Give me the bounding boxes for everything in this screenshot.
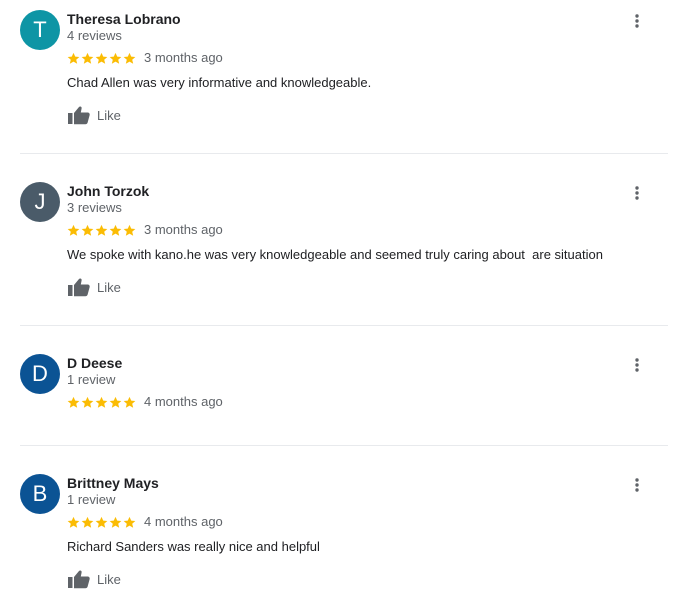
divider xyxy=(20,153,668,154)
review-date: 3 months ago xyxy=(144,222,223,237)
reviewer-name[interactable]: D Deese xyxy=(67,354,122,372)
star-icon xyxy=(123,516,136,528)
star-icon xyxy=(95,52,108,64)
more-options-button[interactable] xyxy=(626,182,648,204)
review-text: We spoke with kano.he was very knowledge… xyxy=(67,247,603,262)
more-vert-icon xyxy=(635,358,639,372)
star-icon xyxy=(95,224,108,236)
star-icon xyxy=(109,516,122,528)
rating-row: 3 months ago xyxy=(67,50,223,66)
avatar[interactable]: T xyxy=(20,10,60,50)
star-icon xyxy=(109,396,122,408)
star-icon xyxy=(123,52,136,64)
divider xyxy=(20,325,668,326)
star-icon xyxy=(123,396,136,408)
rating-row: 3 months ago xyxy=(67,222,223,238)
thumbs-up-icon xyxy=(68,278,90,297)
star-icon xyxy=(95,516,108,528)
like-label: Like xyxy=(97,571,121,587)
avatar[interactable]: B xyxy=(20,474,60,514)
review-count: 1 review xyxy=(67,372,116,387)
reviewer-name[interactable]: Theresa Lobrano xyxy=(67,10,181,28)
review-count: 4 reviews xyxy=(67,28,122,43)
star-icon xyxy=(67,396,80,408)
star-icon xyxy=(67,52,80,64)
star-icon xyxy=(81,224,94,236)
more-options-button[interactable] xyxy=(626,354,648,376)
star-icon xyxy=(109,52,122,64)
star-icon xyxy=(109,224,122,236)
rating-row: 4 months ago xyxy=(67,514,223,530)
thumbs-up-icon xyxy=(68,570,90,589)
review-text: Chad Allen was very informative and know… xyxy=(67,75,372,90)
star-icon xyxy=(81,52,94,64)
review-date: 3 months ago xyxy=(144,50,223,65)
star-icon xyxy=(81,516,94,528)
more-vert-icon xyxy=(635,14,639,28)
star-rating xyxy=(67,52,136,65)
review-count: 1 review xyxy=(67,492,116,507)
reviewer-name[interactable]: John Torzok xyxy=(67,182,149,200)
star-icon xyxy=(67,516,80,528)
like-button[interactable]: Like xyxy=(67,569,121,589)
review-date: 4 months ago xyxy=(144,394,223,409)
star-rating xyxy=(67,224,136,237)
star-icon xyxy=(67,224,80,236)
like-label: Like xyxy=(97,279,121,295)
star-rating xyxy=(67,396,136,409)
star-icon xyxy=(123,224,136,236)
thumbs-up-icon xyxy=(68,106,90,125)
review-list: T Theresa Lobrano 4 reviews 3 months ago… xyxy=(0,0,676,605)
star-icon xyxy=(95,396,108,408)
star-icon xyxy=(81,396,94,408)
review-count: 3 reviews xyxy=(67,200,122,215)
star-rating xyxy=(67,516,136,529)
more-vert-icon xyxy=(635,478,639,492)
like-button[interactable]: Like xyxy=(67,105,121,125)
more-options-button[interactable] xyxy=(626,474,648,496)
avatar[interactable]: J xyxy=(20,182,60,222)
like-button[interactable]: Like xyxy=(67,277,121,297)
avatar[interactable]: D xyxy=(20,354,60,394)
more-vert-icon xyxy=(635,186,639,200)
like-label: Like xyxy=(97,107,121,123)
review-date: 4 months ago xyxy=(144,514,223,529)
reviewer-name[interactable]: Brittney Mays xyxy=(67,474,159,492)
more-options-button[interactable] xyxy=(626,10,648,32)
divider xyxy=(20,445,668,446)
review-text: Richard Sanders was really nice and help… xyxy=(67,539,320,554)
rating-row: 4 months ago xyxy=(67,394,223,410)
